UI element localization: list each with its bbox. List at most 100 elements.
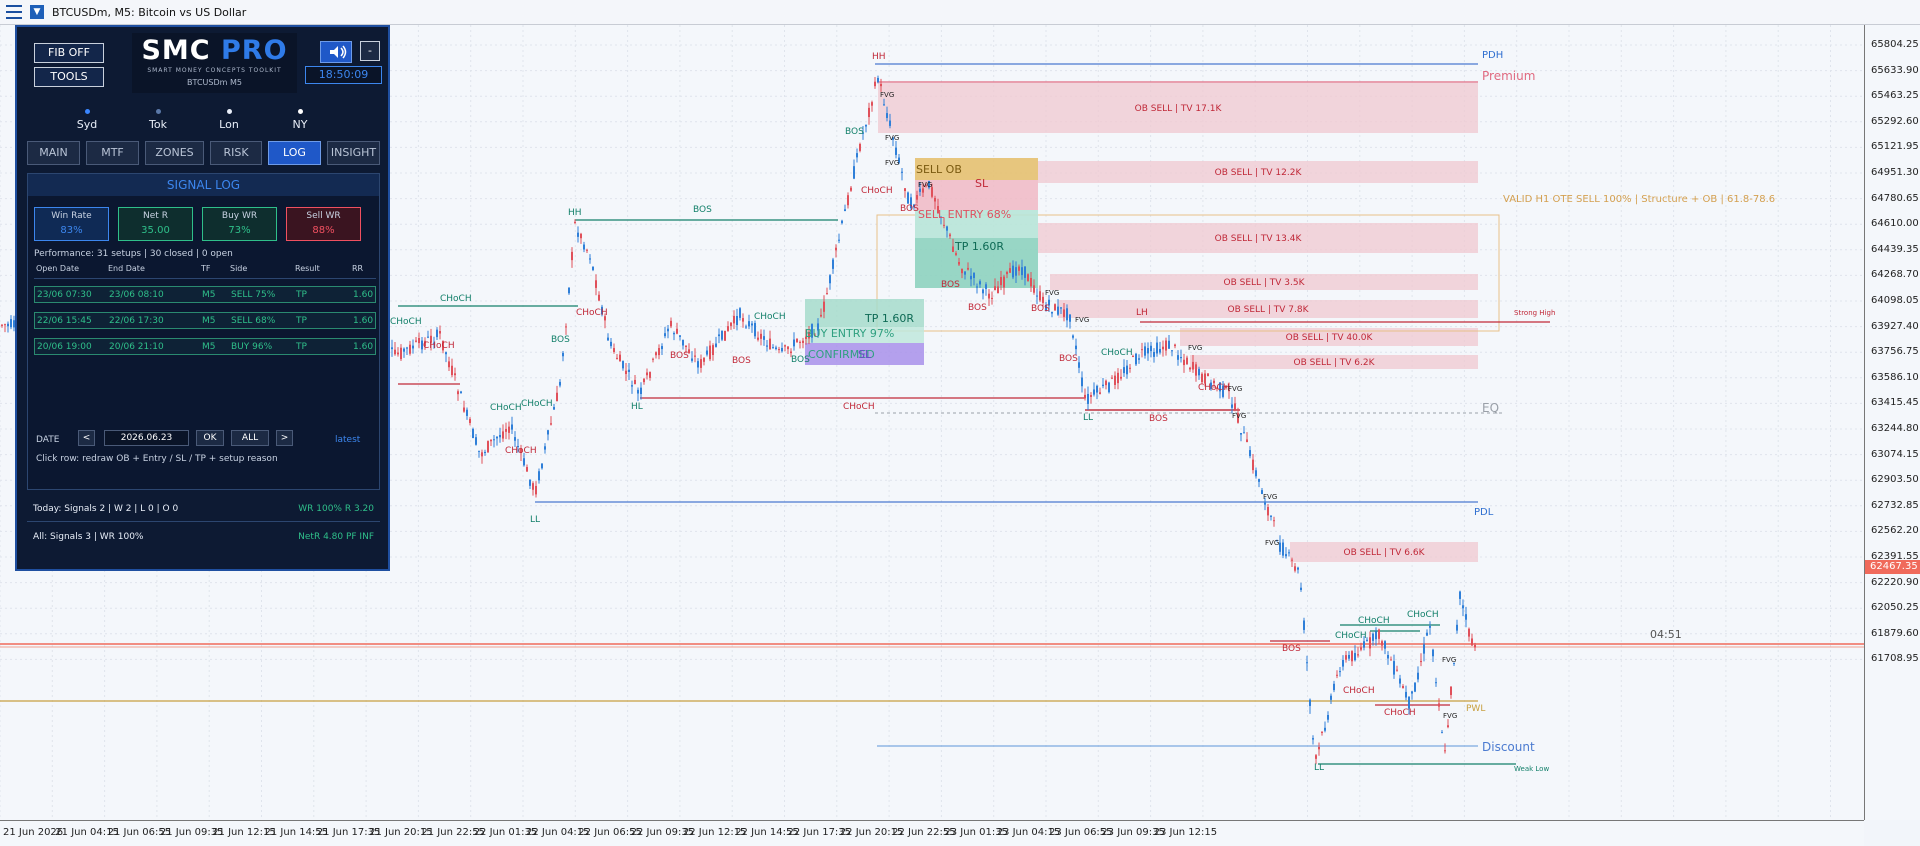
candle-body [871,102,873,106]
price-tick: 62562.20 [1871,525,1919,537]
candle-body [1060,307,1062,309]
candle-body [1474,644,1476,648]
candle-body [715,343,717,347]
candle-body [457,391,459,395]
price-tick: 64951.30 [1871,167,1919,178]
table-row[interactable]: 20/06 19:00 20/06 21:10 M5 BUY 96% TP 1.60 [34,338,376,355]
candle-body [493,439,495,441]
table-cell: 1.60 [353,316,374,326]
candle-body [1345,655,1347,660]
candle-body [1114,375,1116,385]
candle-body [1324,727,1326,731]
candle-body [439,331,441,334]
labels-layer: OB SELL | TV 17.1K OB SELL | TV 12.2K OB S… [390,50,1775,773]
tab-zones[interactable]: ZONES [145,141,204,165]
date-ok-button[interactable]: OK [196,430,224,446]
stat-label: Buy WR [221,211,258,221]
candle-body [418,338,420,344]
candle-body [1159,348,1161,353]
tools-button[interactable]: TOOLS [34,67,104,87]
candle-body [586,249,588,251]
candle-body [853,166,855,179]
buy-sl-label: SL [858,348,872,361]
candle-body [1297,567,1299,570]
candle-body [1240,432,1242,435]
candle-body [751,323,753,326]
structure-label: LH [1136,308,1148,318]
sell-entry-label: SELL ENTRY 68% [918,208,1011,221]
table-row[interactable]: 23/06 07:30 23/06 08:10 M5 SELL 75% TP 1.60 [34,286,376,303]
smc-pro-logo: SMC PRO SMART MONEY CONCEPTS TOOLKIT BTC… [132,33,297,93]
candle-body [391,347,393,350]
candle-body [694,355,696,357]
candle-body [943,224,945,226]
tab-log[interactable]: LOG [268,141,321,165]
time-axis[interactable]: 21 Jun 2026 21 Jun 04:15 21 Jun 06:55 21 Ju… [0,820,1864,846]
price-axis[interactable]: 62467.35 65804.25 65633.90 65463.25 65292.6… [1864,25,1920,820]
candle-body [1036,295,1038,297]
candle-body [730,322,732,326]
session-tok: Tok [128,103,188,131]
candle-body [1318,746,1320,750]
hamburger-menu-icon[interactable] [6,5,22,19]
candle-body [952,246,954,253]
ob-zone-label: OB SELL | TV 12.2K [1215,168,1303,178]
candle-body [4,324,6,326]
minimize-button[interactable]: - [360,41,380,61]
smc-pro-panel: FIB OFF TOOLS SMC PRO SMART MONEY CONCEP… [15,25,390,571]
candle-body [1039,291,1041,301]
candle-body [616,357,618,359]
candle-body [829,275,831,284]
candle-body [739,308,741,318]
candle-body [1351,651,1353,662]
candle-body [1,324,3,326]
candle-body [874,81,876,87]
candle-body [1171,350,1173,352]
candle-body [1147,348,1149,354]
candle-body [994,286,996,291]
date-all-button[interactable]: ALL [231,430,269,446]
candle-body [508,426,510,433]
candle-body [1246,439,1248,443]
table-cell: M5 [202,290,216,300]
price-tick: 64780.65 [1871,192,1919,204]
price-tick: 62391.55 [1871,551,1919,562]
fib-toggle-button[interactable]: FIB OFF [34,43,104,63]
candle-body [1165,340,1167,351]
candle-body [1417,672,1419,680]
window-title: BTCUSDm, M5: Bitcoin vs US Dollar [52,5,247,19]
candle-body [868,107,870,118]
candle-body [832,259,834,269]
candle-body [1333,683,1335,691]
candle-body [595,280,597,288]
candle-body [1180,357,1182,359]
tab-mtf[interactable]: MTF [86,141,139,165]
date-next-button[interactable]: > [276,430,293,446]
candle-body [1117,372,1119,384]
candle-body [1096,385,1098,393]
tab-risk[interactable]: RISK [210,141,262,165]
candle-body [1105,380,1107,386]
tab-insight[interactable]: INSIGHT [327,141,380,165]
current-price-label: 62467.35 [1865,560,1920,575]
candle-body [532,483,534,490]
candle-body [499,434,501,438]
date-prev-button[interactable]: < [78,430,95,446]
sound-button[interactable] [320,41,352,63]
date-input[interactable]: 2026.06.23 [104,430,189,446]
candle-body [1153,351,1155,357]
candle-body [649,372,651,378]
session-dot-icon [84,109,90,114]
candle-body [1099,392,1101,394]
table-row[interactable]: 22/06 15:45 22/06 17:30 M5 SELL 68% TP 1.60 [34,312,376,329]
structure-label: CHoCH [843,402,875,412]
tab-main[interactable]: MAIN [27,141,80,165]
candle-body [826,293,828,295]
candle-body [394,349,396,355]
latest-link[interactable]: latest [335,435,360,445]
candle-body [1108,382,1110,393]
candle-body [1078,362,1080,368]
candle-body [724,330,726,341]
candle-body [406,347,408,349]
candle-body [1027,274,1029,282]
